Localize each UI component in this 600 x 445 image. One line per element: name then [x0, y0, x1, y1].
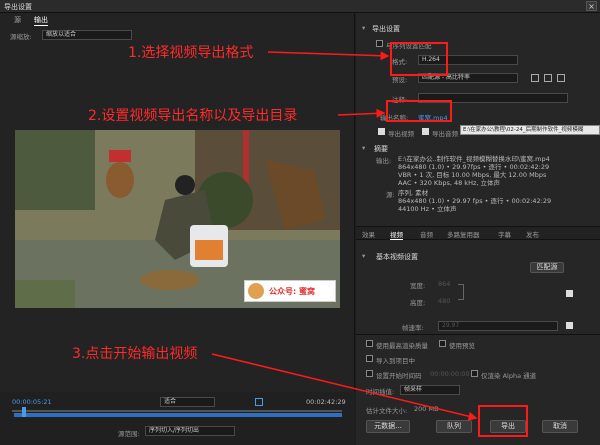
arrow-step1: [267, 51, 390, 61]
arrow-step2: [337, 108, 386, 118]
annotation-arrows: [211, 51, 478, 421]
arrow-step3: [211, 353, 478, 421]
